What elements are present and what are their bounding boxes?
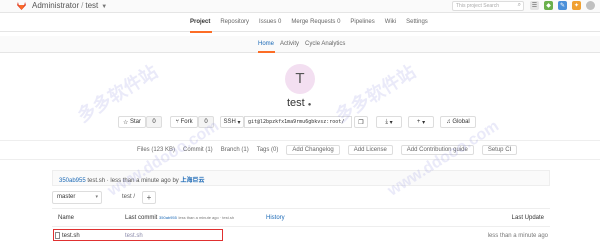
project-title: test ● (287, 97, 311, 109)
tags-link[interactable]: Tags (0) (253, 147, 283, 155)
commit-author[interactable]: 上海巨云 (180, 178, 204, 184)
subtab-home[interactable]: Home (258, 41, 274, 47)
highlight-box (53, 229, 223, 241)
chevron-down-icon: ▾ (95, 194, 98, 200)
tree-path-root[interactable]: test (122, 194, 132, 200)
chevron-down-icon[interactable]: ▼ (98, 4, 107, 10)
repo-links: Files (123 KB) Commit (1) Branch (1) Tag… (0, 140, 600, 160)
star-label: Star (130, 119, 142, 125)
tree-table-header: Name Last commit 350ab955 less than a mi… (52, 208, 550, 227)
commit-sha-link[interactable]: 350ab955 (59, 178, 86, 184)
star-count[interactable]: 0 (146, 116, 162, 128)
plus-icon: + (416, 119, 421, 125)
header-commit-sha[interactable]: 350ab955 (159, 215, 177, 220)
branch-name: master (57, 194, 76, 200)
add-license-button[interactable]: Add License (347, 145, 393, 155)
files-link[interactable]: Files (123 KB) (133, 147, 179, 155)
last-commit-bar: 350ab955 test.sh · less than a minute ag… (52, 170, 550, 186)
add-contribution-button[interactable]: Add Contribution guide (400, 145, 474, 155)
download-icon: ⤓ (385, 118, 388, 125)
tab-merge-requests[interactable]: Merge Requests 0 (291, 19, 340, 25)
chevron-down-icon: ▾ (237, 119, 241, 126)
tab-settings[interactable]: Settings (406, 19, 428, 25)
star-icon: ☆ (122, 119, 129, 126)
subtab-cycle-analytics[interactable]: Cycle Analytics (305, 41, 345, 47)
download-button[interactable]: ⤓ ▾ (376, 116, 402, 128)
protocol-dropdown[interactable]: SSH ▾ (220, 116, 244, 128)
add-to-tree-button[interactable]: + (142, 191, 156, 204)
top-bar: Administrator / test ▼ This project Search … (0, 0, 600, 13)
commit-message[interactable]: test.sh (87, 178, 105, 184)
top-icons: ☰ ◆ ✎ ✦ (530, 1, 595, 10)
fork-button[interactable]: ⑂ Fork (170, 116, 198, 128)
issues-icon[interactable]: ◆ (544, 1, 553, 10)
fork-count[interactable]: 0 (198, 116, 214, 128)
project-actions: ☆ Star 0 ⑂ Fork 0 SSH ▾ git@l2bpzkfx1ma9… (118, 116, 518, 128)
search-placeholder: This project Search (456, 3, 500, 9)
fork-label: Fork (180, 119, 193, 125)
search-icon: ⌕ (517, 2, 521, 8)
branch-select[interactable]: master ▾ (52, 191, 102, 204)
tree-path: test / (122, 194, 136, 200)
chevron-down-icon: ▾ (389, 119, 393, 126)
breadcrumb: Administrator / test ▼ (32, 1, 107, 10)
branches-link[interactable]: Branch (1) (217, 147, 253, 155)
user-avatar[interactable] (586, 1, 595, 10)
tab-repository[interactable]: Repository (220, 19, 249, 25)
tab-wiki[interactable]: Wiki (385, 19, 396, 25)
notification-label: Global (452, 119, 470, 125)
add-button[interactable]: + ▾ (408, 116, 434, 128)
clipboard-icon: ❐ (358, 119, 364, 126)
lock-icon: ● (307, 102, 312, 108)
column-last-commit-label: Last commit (125, 215, 158, 221)
add-changelog-button[interactable]: Add Changelog (286, 145, 340, 155)
tab-pipelines[interactable]: Pipelines (350, 19, 374, 25)
star-button[interactable]: ☆ Star (118, 116, 146, 128)
project-subnav: Home Activity Cycle Analytics (0, 36, 600, 53)
breadcrumb-project[interactable]: test (85, 1, 98, 10)
breadcrumb-owner[interactable]: Administrator (32, 1, 79, 10)
admin-icon[interactable]: ✦ (572, 1, 581, 10)
setup-ci-button[interactable]: Setup CI (481, 145, 518, 155)
commits-link[interactable]: Commit (1) (179, 147, 217, 155)
active-subtab-indicator (258, 51, 275, 53)
subtab-activity[interactable]: Activity (280, 41, 299, 47)
header-commit-message: less than a minute ago · test.sh (178, 215, 235, 220)
copy-clipboard-button[interactable]: ❐ (354, 116, 368, 128)
column-last-update: Last Update (511, 215, 544, 221)
commit-time: · less than a minute ago by (106, 178, 179, 184)
column-name: Name (58, 215, 75, 221)
project-name: test (287, 97, 305, 109)
file-updated: less than a minute ago (487, 233, 548, 239)
bell-icon: ♫ (446, 119, 451, 125)
todo-icon[interactable]: ☰ (530, 1, 539, 10)
clone-url-field[interactable]: git@l2bpzkfx1ma9rmu6gbkvsz:root/ (244, 116, 352, 128)
tab-issues[interactable]: Issues 0 (259, 19, 281, 25)
protocol-label: SSH (223, 119, 236, 125)
branch-row: master ▾ test / + (52, 191, 550, 205)
fork-icon: ⑂ (175, 119, 179, 125)
merge-requests-icon[interactable]: ✎ (558, 1, 567, 10)
project-nav: Project Repository Issues 0 Merge Reques… (0, 15, 600, 33)
notification-dropdown[interactable]: ♫ Global (440, 116, 476, 128)
active-tab-indicator (190, 31, 212, 33)
gitlab-logo-icon[interactable] (17, 2, 26, 10)
history-link[interactable]: History (266, 215, 285, 221)
project-avatar: T (285, 64, 315, 94)
search-input[interactable]: This project Search ⌕ (452, 1, 524, 11)
column-last-commit: Last commit 350ab955 less than a minute … (125, 215, 234, 221)
chevron-down-icon: ▾ (422, 119, 426, 126)
tab-project[interactable]: Project (190, 19, 210, 25)
